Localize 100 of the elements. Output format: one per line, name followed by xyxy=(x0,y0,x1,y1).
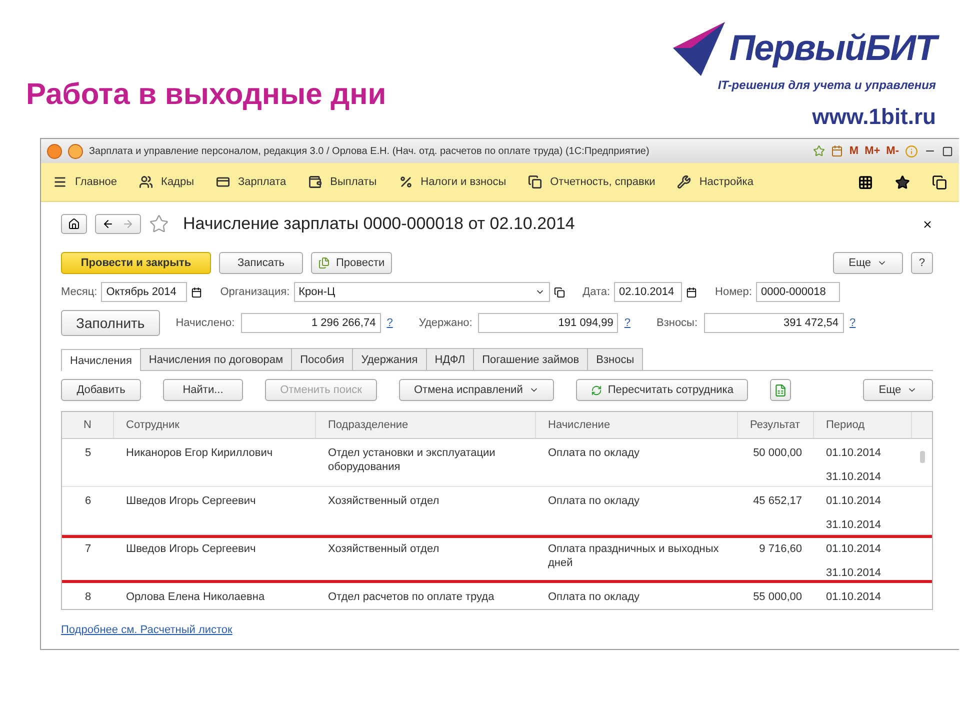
calendar-icon[interactable] xyxy=(191,286,202,298)
total-field: 191 094,99 xyxy=(478,313,618,333)
table-cell-text: 9 716,60 xyxy=(758,542,803,557)
input-field[interactable]: Октябрь 2014 xyxy=(101,282,188,302)
document-title: Начисление зарплаты 0000-000018 от 02.10.2014 xyxy=(183,214,575,234)
tab[interactable]: Пособия xyxy=(291,348,354,370)
grid-icon[interactable] xyxy=(858,174,873,190)
documents-icon xyxy=(318,257,330,269)
maximize-icon[interactable] xyxy=(942,146,953,156)
section-menu-item[interactable]: Выплаты xyxy=(308,175,377,189)
section-menu-item[interactable]: Настройка xyxy=(677,175,754,189)
table-cell-text: 7 xyxy=(84,542,92,557)
recalculate-button[interactable]: Пересчитать сотрудника xyxy=(576,379,748,401)
table-cell-text: Орлова Елена Николаевна xyxy=(125,590,266,605)
save-button[interactable]: Записать xyxy=(219,252,303,274)
payslip-link[interactable]: Подробнее см. Расчетный листок xyxy=(61,624,232,636)
table-row[interactable]: 8 Орлова Елена Николаевна Отдел расчетов по оплате труда Оплата по окладу 55 000,00 01.10.2014 xyxy=(62,583,932,609)
field-label: Номер: xyxy=(715,286,752,298)
table-cell-text: Отдел установки и эксплуатации оборудования xyxy=(327,446,496,475)
date-text: 31.10.2014 xyxy=(826,518,882,532)
field-label: Дата: xyxy=(582,286,610,298)
post-button[interactable]: Провести xyxy=(311,252,392,274)
calendar-icon[interactable] xyxy=(686,286,698,298)
spreadsheet-icon xyxy=(774,384,788,396)
menu-icon xyxy=(53,175,67,189)
post-and-close-button[interactable]: Провести и закрыть xyxy=(61,252,211,274)
table-cell-text: 55 000,00 xyxy=(752,590,803,605)
input-field[interactable]: Крон-Ц xyxy=(294,282,550,302)
table-cell-text: Шведов Игорь Сергеевич xyxy=(125,542,257,557)
field-label: Организация: xyxy=(220,286,290,298)
dropdown-button[interactable]: Отмена исправлений xyxy=(399,379,554,401)
refresh-icon xyxy=(590,384,602,396)
input-field[interactable]: 02.10.2014 xyxy=(614,282,682,302)
home-button[interactable] xyxy=(61,214,87,234)
tab[interactable]: Начисления xyxy=(61,349,141,371)
section-menu-item[interactable]: Кадры xyxy=(139,175,194,189)
tab[interactable]: Начисления по договорам xyxy=(140,348,292,370)
total-field: 391 472,54 xyxy=(704,313,844,333)
section-menu-item[interactable]: Налоги и взносы xyxy=(398,175,506,189)
date-text: 01.10.2014 xyxy=(826,590,882,604)
table-cell-text: Шведов Игорь Сергеевич xyxy=(125,494,257,509)
people-icon xyxy=(139,175,154,189)
table-cell-text: 5 xyxy=(84,446,92,461)
table-button[interactable]: Найти... xyxy=(163,379,243,401)
date-text: 31.10.2014 xyxy=(826,470,882,484)
memory-tool[interactable]: M+ xyxy=(864,145,880,157)
column-header[interactable]: Сотрудник xyxy=(114,412,316,438)
percent-icon xyxy=(398,175,413,189)
section-menu-item[interactable]: Главное xyxy=(53,175,118,189)
tab[interactable]: Погашение займов xyxy=(473,348,588,370)
column-header[interactable]: Период xyxy=(814,412,912,438)
table-button[interactable]: Добавить xyxy=(61,379,141,401)
card-icon xyxy=(216,175,230,189)
tab[interactable]: Взносы xyxy=(587,348,644,370)
tab[interactable]: Удержания xyxy=(352,348,427,370)
add-column-button[interactable] xyxy=(770,379,792,401)
table-cell-text: Хозяйственный отдел xyxy=(327,542,440,557)
table-cell-text: Оплата по окладу xyxy=(547,590,641,605)
help-link[interactable]: ? xyxy=(386,317,393,329)
section-menu-item[interactable]: Отчетность, справки xyxy=(528,175,656,189)
close-icon[interactable] xyxy=(922,218,933,230)
scrollbar-thumb[interactable] xyxy=(920,451,924,463)
slide-title: Работа в выходные дни xyxy=(26,78,386,112)
input-field[interactable]: 0000-000018 xyxy=(756,282,840,302)
table-row[interactable]: 5 Никаноров Егор Кириллович Отдел установки и эксплуатации оборудования Оплата по окладу 50 000,00 01.10.2014 31.10.2014 xyxy=(62,439,932,487)
home-icon xyxy=(68,218,80,230)
tab[interactable]: НДФЛ xyxy=(426,348,474,370)
favorite-star-icon[interactable] xyxy=(149,214,169,234)
table-cell-text: Хозяйственный отдел xyxy=(327,494,440,509)
table-cell-text: Оплата праздничных и выходных дней xyxy=(547,542,720,571)
more-button[interactable]: Еще xyxy=(863,379,933,401)
table-cell-text: 45 652,17 xyxy=(752,494,803,509)
section-menu-item[interactable]: Зарплата xyxy=(216,175,286,189)
more-button[interactable]: Еще xyxy=(832,252,903,274)
wrench-icon xyxy=(677,175,692,189)
column-header[interactable]: Начисление xyxy=(536,412,738,438)
table-cell-text: Никаноров Егор Кириллович xyxy=(125,446,274,461)
table-cell-text: 8 xyxy=(84,590,92,605)
column-header[interactable]: N xyxy=(62,412,114,438)
help-link[interactable]: ? xyxy=(624,317,630,329)
column-header[interactable]: Результат xyxy=(738,412,814,438)
help-button[interactable]: ? xyxy=(910,252,933,274)
table-cell-text: Отдел расчетов по оплате труда xyxy=(327,590,496,605)
memory-tool[interactable]: M- xyxy=(886,145,899,157)
star-icon[interactable] xyxy=(895,174,910,190)
documents-icon xyxy=(528,175,542,189)
table-row[interactable]: 6 Шведов Игорь Сергеевич Хозяйственный отдел Оплата по окладу 45 652,17 01.10.2014 31.10.2014 xyxy=(62,487,932,535)
back-arrow-icon[interactable] xyxy=(102,218,114,230)
table-cell-text: 50 000,00 xyxy=(752,446,803,461)
memory-tool[interactable]: M xyxy=(849,145,859,157)
total-label: Взносы: xyxy=(656,317,698,329)
star-icon[interactable] xyxy=(813,145,826,157)
highlighted-row[interactable]: 7 Шведов Игорь Сергеевич Хозяйственный отдел Оплата праздничных и выходных дней 9 716,60 01.10.2014 31.10.2014 xyxy=(62,535,932,583)
website-url: www.1bit.ru xyxy=(812,104,936,130)
fill-button[interactable]: Заполнить xyxy=(61,310,160,336)
total-field: 1 296 266,74 xyxy=(240,313,381,333)
date-text: 31.10.2014 xyxy=(826,566,882,580)
help-link[interactable]: ? xyxy=(850,317,856,329)
column-header[interactable]: Подразделение xyxy=(316,412,536,438)
logo-tagline: IT-решения для учета и управления xyxy=(718,78,936,92)
